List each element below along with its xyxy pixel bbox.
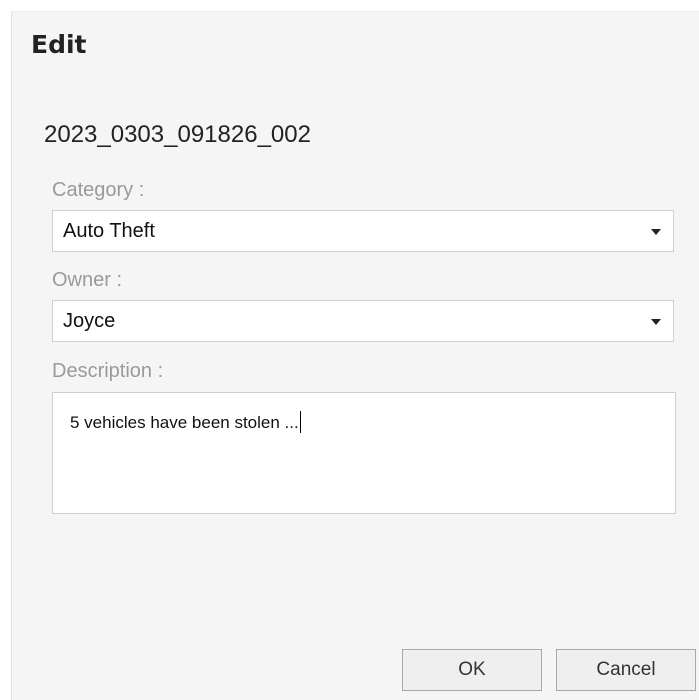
- category-label: Category :: [52, 179, 145, 201]
- ok-button[interactable]: OK: [402, 649, 542, 691]
- category-value: Auto Theft: [63, 220, 155, 242]
- owner-label: Owner :: [52, 269, 123, 291]
- caret-down-icon: [651, 319, 661, 325]
- text-cursor: [299, 411, 301, 433]
- edit-dialog: Edit 2023_0303_091826_002 Category : Aut…: [11, 11, 699, 700]
- caret-down-icon: [651, 229, 661, 235]
- category-select[interactable]: Auto Theft: [52, 210, 674, 252]
- description-text: 5 vehicles have been stolen ...: [70, 413, 299, 432]
- record-name: 2023_0303_091826_002: [44, 121, 311, 148]
- owner-value: Joyce: [63, 310, 116, 332]
- cancel-button[interactable]: Cancel: [556, 649, 696, 691]
- description-textarea[interactable]: 5 vehicles have been stolen ...: [52, 392, 676, 514]
- screen-background: Edit 2023_0303_091826_002 Category : Aut…: [0, 0, 699, 700]
- dialog-title: Edit: [31, 30, 87, 59]
- owner-select[interactable]: Joyce: [52, 300, 674, 342]
- description-label: Description :: [52, 360, 164, 382]
